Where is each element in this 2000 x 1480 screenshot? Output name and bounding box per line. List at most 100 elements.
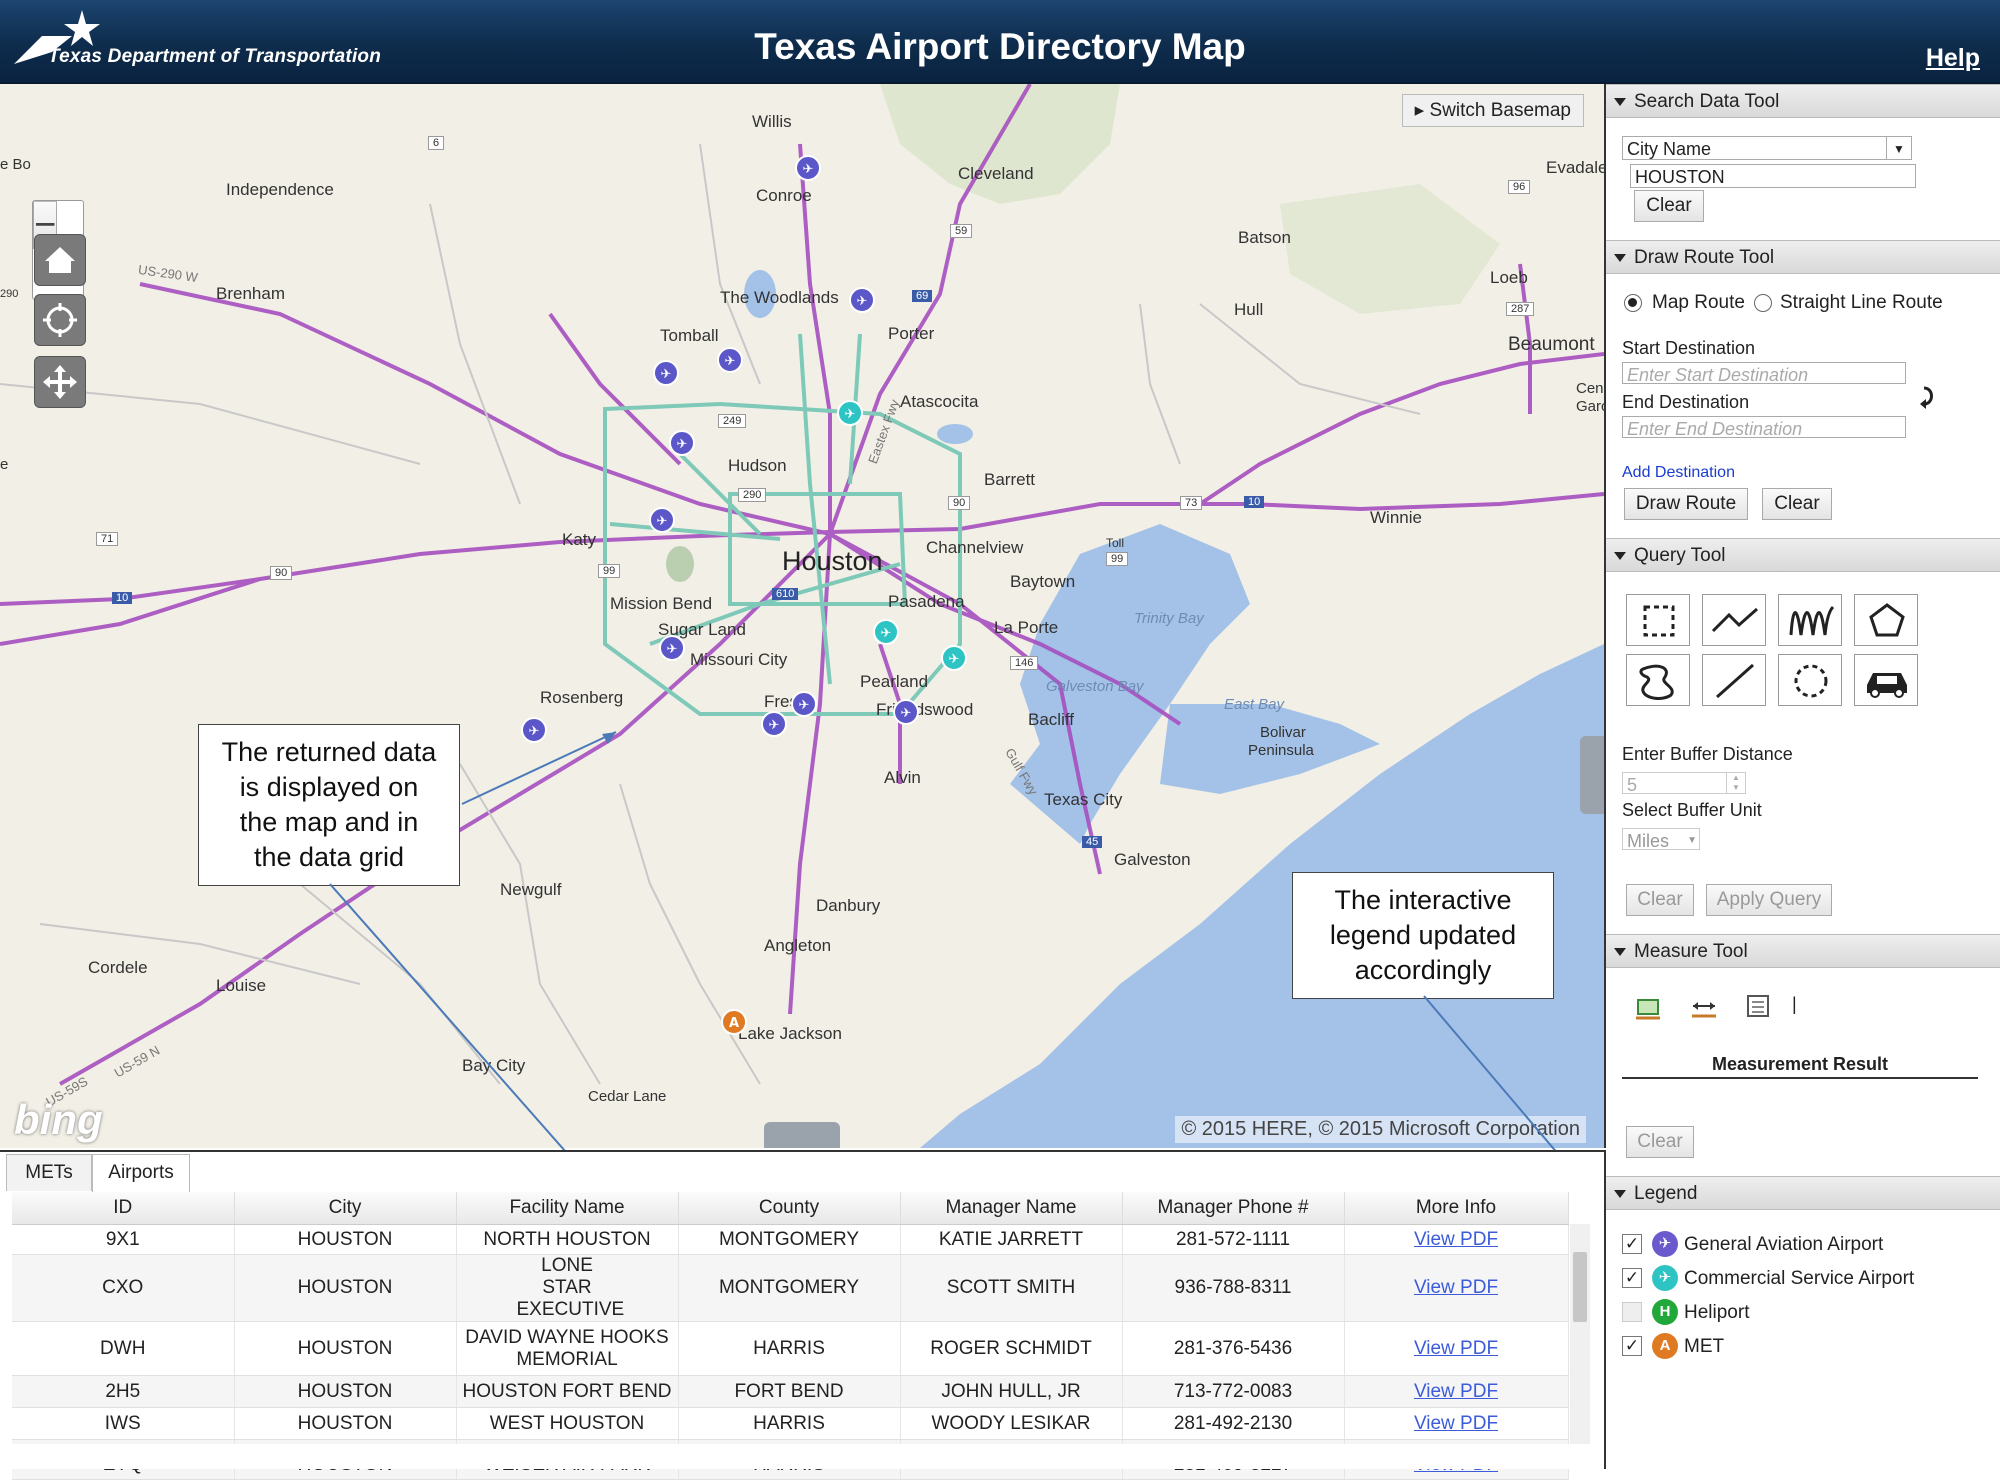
cell-id: 9X1 <box>12 1224 235 1255</box>
svg-text:A: A <box>729 1016 739 1031</box>
buffer-distance-input[interactable]: 5 ▲ ▼ <box>1622 772 1746 795</box>
buffer-unit-label: Select Buffer Unit <box>1622 800 1762 820</box>
buffer-distance-value: 5 <box>1627 775 1638 795</box>
view-pdf-link[interactable]: View PDF <box>1344 1407 1569 1440</box>
route-clear-button[interactable]: Clear <box>1762 488 1832 520</box>
switch-basemap-button[interactable]: ▸ Switch Basemap <box>1401 94 1584 127</box>
svg-text:✈: ✈ <box>881 626 892 641</box>
search-tool-header[interactable]: Search Data Tool <box>1606 84 2000 118</box>
legend-header[interactable]: Legend <box>1606 1176 2000 1210</box>
map-view[interactable]: Willis Conroe Cleveland Independence Bre… <box>0 84 1606 1148</box>
column-header-id[interactable]: ID <box>12 1192 235 1225</box>
buffer-distance-label: Enter Buffer Distance <box>1622 744 1793 764</box>
data-grid-panel: METs Airports ID City Facility Name Coun… <box>0 1150 1606 1480</box>
cell-phone: 281-572-1111 <box>1122 1224 1345 1255</box>
svg-text:✈: ✈ <box>725 354 736 369</box>
straight-route-radio[interactable] <box>1754 294 1772 312</box>
circle-select-tool[interactable] <box>1778 654 1842 706</box>
cell-city: HOUSTON <box>234 1321 457 1376</box>
view-pdf-link[interactable]: View PDF <box>1344 1224 1569 1255</box>
swap-destinations-icon[interactable] <box>1918 384 1938 412</box>
table-row[interactable]: IWS HOUSTON WEST HOUSTON HARRIS WOODY LE… <box>12 1407 1569 1440</box>
table-row[interactable]: 9X1 HOUSTON NORTH HOUSTON MONTGOMERY KAT… <box>12 1224 1569 1255</box>
column-header-more-info[interactable]: More Info <box>1344 1192 1569 1225</box>
legend-checkbox-heliport[interactable] <box>1622 1302 1642 1322</box>
view-pdf-link[interactable]: View PDF <box>1344 1254 1569 1322</box>
cell-phone: 281-492-2130 <box>1122 1407 1345 1440</box>
heliport-icon: H <box>1652 1299 1678 1325</box>
polygon-icon <box>1869 603 1905 637</box>
full-extent-button[interactable] <box>34 356 86 408</box>
polyline-select-tool[interactable] <box>1702 594 1766 646</box>
panel-collapse-handle[interactable] <box>1580 736 1604 814</box>
draw-route-button[interactable]: Draw Route <box>1624 488 1748 520</box>
cell-city: HOUSTON <box>234 1254 457 1322</box>
legend-checkbox-commercial-airport[interactable]: ✓ <box>1622 1268 1642 1288</box>
grid-collapse-handle[interactable] <box>764 1122 840 1148</box>
cell-county: MONTGOMERY <box>678 1254 901 1322</box>
svg-text:✈: ✈ <box>661 367 672 382</box>
legend-checkbox-met[interactable]: ✓ <box>1622 1336 1642 1356</box>
commercial-airport-icon: ✈ <box>1652 1265 1678 1291</box>
measure-tool-header[interactable]: Measure Tool <box>1606 934 2000 968</box>
svg-text:✈: ✈ <box>949 652 960 667</box>
callout-line: the data grid <box>253 842 405 872</box>
measure-location-icon[interactable] <box>1744 992 1772 1020</box>
view-pdf-link[interactable]: View PDF <box>1344 1375 1569 1408</box>
add-destination-link[interactable]: Add Destination <box>1622 464 1735 482</box>
callout-line: The interactive <box>1334 885 1512 915</box>
freehand-polygon-tool[interactable] <box>1626 654 1690 706</box>
callout-legend-updated: The interactive legend updated according… <box>1292 872 1554 999</box>
freehand-line-tool[interactable] <box>1778 594 1842 646</box>
column-header-county[interactable]: County <box>678 1192 901 1225</box>
table-row[interactable]: CXO HOUSTON LONE STAR EXECUTIVE MONTGOME… <box>12 1254 1569 1322</box>
line-select-tool[interactable] <box>1702 654 1766 706</box>
legend-label: Heliport <box>1684 1302 1750 1323</box>
view-pdf-link[interactable]: View PDF <box>1344 1321 1569 1376</box>
callout-line: The returned data <box>221 737 437 767</box>
search-field-select[interactable]: City Name ▼ <box>1622 136 1912 160</box>
table-row[interactable]: 2H5 HOUSTON HOUSTON FORT BEND FORT BEND … <box>12 1375 1569 1408</box>
measure-distance-icon[interactable] <box>1690 994 1718 1022</box>
map-route-radio[interactable] <box>1624 294 1642 312</box>
column-header-facility[interactable]: Facility Name <box>456 1192 679 1225</box>
help-link[interactable]: Help <box>1926 44 1980 73</box>
grid-clip-bottom <box>0 1444 1604 1469</box>
polygon-select-tool[interactable] <box>1854 594 1918 646</box>
query-clear-button[interactable]: Clear <box>1626 884 1694 916</box>
bing-logo: bing <box>14 1096 103 1143</box>
route-tool-header[interactable]: Draw Route Tool <box>1606 240 2000 274</box>
column-header-city[interactable]: City <box>234 1192 457 1225</box>
crosshair-icon <box>43 303 77 337</box>
search-input[interactable]: HOUSTON <box>1630 164 1916 188</box>
apply-query-button[interactable]: Apply Query <box>1706 884 1832 916</box>
route-tool-title: Draw Route Tool <box>1634 247 1775 268</box>
end-destination-input[interactable]: Enter End Destination <box>1622 416 1906 439</box>
query-tool-header[interactable]: Query Tool <box>1606 538 2000 572</box>
measure-clear-button[interactable]: Clear <box>1626 1126 1694 1158</box>
grid-scroll-thumb[interactable] <box>1573 1252 1587 1322</box>
column-header-manager[interactable]: Manager Name <box>900 1192 1123 1225</box>
tab-mets[interactable]: METs <box>6 1154 92 1191</box>
legend-checkbox-ga-airport[interactable]: ✓ <box>1622 1234 1642 1254</box>
table-row[interactable]: DWH HOUSTON DAVID WAYNE HOOKS MEMORIAL H… <box>12 1321 1569 1376</box>
freehand-line-icon <box>1789 605 1835 636</box>
route-buffer-tool[interactable] <box>1854 654 1918 706</box>
locate-button[interactable] <box>34 294 86 346</box>
start-destination-input[interactable]: Enter Start Destination <box>1622 362 1906 385</box>
end-destination-label: End Destination <box>1622 392 1750 412</box>
search-clear-button[interactable]: Clear <box>1634 190 1704 222</box>
cell-id: IWS <box>12 1407 235 1440</box>
home-button[interactable] <box>34 234 86 286</box>
cell-manager: SCOTT SMITH <box>900 1254 1123 1322</box>
home-icon <box>45 247 75 273</box>
spinner-arrows-icon[interactable]: ▲ ▼ <box>1726 773 1745 793</box>
tab-airports[interactable]: Airports <box>92 1154 190 1192</box>
buffer-unit-select[interactable]: Miles ▼ <box>1622 828 1700 851</box>
column-header-phone[interactable]: Manager Phone # <box>1122 1192 1345 1225</box>
rectangle-select-tool[interactable] <box>1626 594 1690 646</box>
cell-facility: DAVID WAYNE HOOKS MEMORIAL <box>456 1321 679 1376</box>
measure-divider: | <box>1792 994 1797 1014</box>
measure-area-icon[interactable] <box>1634 994 1662 1022</box>
grid-scrollbar[interactable] <box>1570 1224 1590 1452</box>
